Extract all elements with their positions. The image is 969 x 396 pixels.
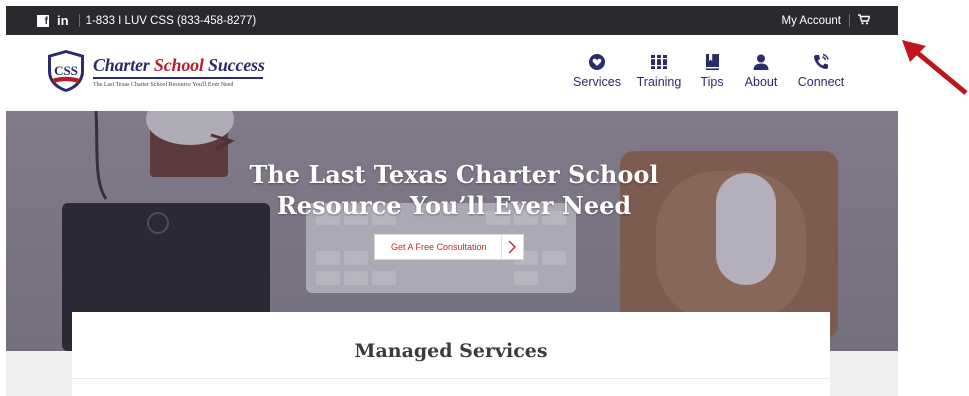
phone-icon bbox=[814, 53, 829, 69]
screenshot-stage: f in 1-833 I LUV CSS (833-458-8277) My A… bbox=[0, 0, 969, 396]
books-icon bbox=[651, 55, 667, 69]
managed-services-card: Managed Services bbox=[72, 312, 830, 396]
top-bar-left: f in 1-833 I LUV CSS (833-458-8277) bbox=[37, 6, 256, 35]
bookmark-book-icon bbox=[706, 54, 719, 70]
website-frame: f in 1-833 I LUV CSS (833-458-8277) My A… bbox=[6, 6, 898, 396]
divider bbox=[78, 14, 80, 27]
red-arrow-icon bbox=[902, 40, 968, 95]
brand-tagline: The Last Texas Charter School Resource Y… bbox=[93, 81, 234, 88]
section-divider bbox=[72, 378, 830, 379]
nav-item-connect[interactable]: Connect bbox=[786, 52, 856, 89]
phone-link[interactable]: 1-833 I LUV CSS (833-458-8277) bbox=[86, 15, 257, 27]
cart-icon[interactable] bbox=[858, 13, 871, 28]
site-logo[interactable]: CSS Charter School Success The Last Texa… bbox=[46, 49, 265, 93]
section-title: Managed Services bbox=[354, 340, 548, 362]
site-header: CSS Charter School Success The Last Texa… bbox=[6, 35, 898, 111]
facebook-icon[interactable]: f bbox=[37, 14, 49, 27]
hero-title: The Last Texas Charter School Resource Y… bbox=[249, 160, 659, 220]
brand-name: Charter School Success bbox=[93, 54, 265, 75]
chevron-right-icon bbox=[500, 235, 523, 259]
my-account-link[interactable]: My Account bbox=[782, 15, 841, 27]
person-icon bbox=[753, 54, 769, 70]
linkedin-icon[interactable]: in bbox=[57, 13, 69, 28]
cta-label: Get A Free Consultation bbox=[391, 242, 487, 252]
shield-letters: CSS bbox=[54, 63, 78, 78]
top-utility-bar: f in 1-833 I LUV CSS (833-458-8277) My A… bbox=[6, 6, 898, 35]
top-bar-right: My Account bbox=[782, 6, 871, 35]
nav-item-services[interactable]: Services bbox=[562, 52, 632, 89]
divider bbox=[849, 14, 850, 27]
gear-heart-icon bbox=[589, 54, 605, 70]
shield-logo-icon: CSS bbox=[48, 50, 84, 92]
free-consultation-button[interactable]: Get A Free Consultation bbox=[374, 234, 524, 260]
logo-underline bbox=[93, 76, 263, 79]
logo-text: Charter School Success The Last Texas Ch… bbox=[93, 55, 265, 88]
